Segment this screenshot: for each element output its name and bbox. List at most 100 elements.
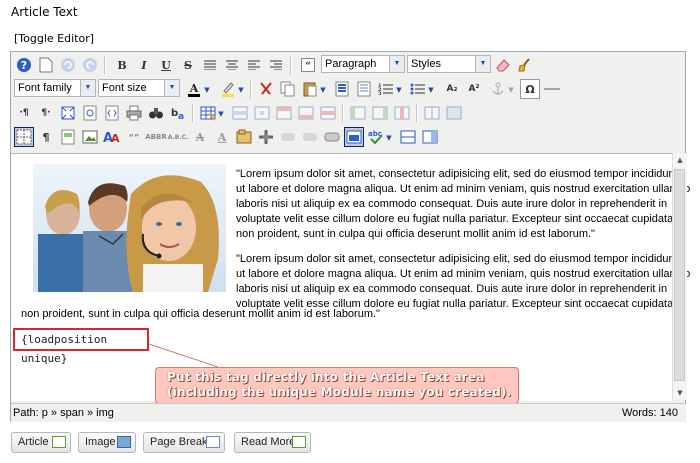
- cut-icon[interactable]: [256, 79, 276, 99]
- text-line: voluptate velit esse cillum dolore eu fu…: [236, 213, 677, 225]
- bullet-list-dropdown-icon[interactable]: ▼: [426, 79, 436, 99]
- paste-word-icon[interactable]: [332, 79, 352, 99]
- ltr-icon[interactable]: ·¶: [14, 103, 34, 123]
- spellcheck-icon[interactable]: abc: [366, 127, 386, 147]
- visual-blocks-icon[interactable]: [344, 127, 364, 147]
- format-select[interactable]: Paragraph ▼: [321, 55, 405, 73]
- preview-icon[interactable]: [80, 103, 100, 123]
- bold-button[interactable]: B: [112, 55, 132, 75]
- paste-text-icon[interactable]: [354, 79, 374, 99]
- anchor-dropdown-icon[interactable]: ▼: [506, 79, 516, 99]
- visual-chars-icon[interactable]: ¶: [36, 127, 56, 147]
- binoculars-icon[interactable]: [146, 103, 166, 123]
- paste-icon[interactable]: [300, 79, 320, 99]
- cell-props-icon[interactable]: [252, 103, 272, 123]
- word-count: Words: 140: [621, 407, 678, 419]
- font-size-select[interactable]: Font size ▼: [98, 79, 180, 97]
- acronym-icon[interactable]: A.B.C.: [168, 127, 189, 147]
- insert-row-after-icon[interactable]: [296, 103, 316, 123]
- spellcheck-dropdown-icon[interactable]: ▼: [384, 127, 394, 147]
- svg-text:a: a: [178, 112, 184, 121]
- find-replace-icon[interactable]: ba: [168, 103, 188, 123]
- del-icon[interactable]: A: [190, 127, 210, 147]
- absolute-icon[interactable]: [322, 127, 342, 147]
- text-color-icon[interactable]: A: [184, 79, 204, 99]
- scroll-down-icon[interactable]: ▼: [673, 386, 687, 400]
- copy-icon[interactable]: [278, 79, 298, 99]
- visual-aid-icon[interactable]: [14, 127, 34, 147]
- ins-icon[interactable]: A: [212, 127, 232, 147]
- scroll-thumb[interactable]: [674, 169, 685, 381]
- anchor-icon[interactable]: [488, 79, 508, 99]
- layer-backward-icon[interactable]: [300, 127, 320, 147]
- insert-row-before-icon[interactable]: [274, 103, 294, 123]
- help-icon[interactable]: ?: [14, 55, 34, 75]
- fullscreen-icon[interactable]: [58, 103, 78, 123]
- paste-dropdown-icon[interactable]: ▼: [318, 79, 328, 99]
- toolbar-row-4: ¶ AA “” ABBR A.B.C. A A abc ▼: [12, 126, 684, 148]
- align-justify-icon[interactable]: [200, 55, 220, 75]
- split-cells-icon[interactable]: [422, 103, 442, 123]
- text-color-dropdown-icon[interactable]: ▼: [202, 79, 212, 99]
- layer-forward-icon[interactable]: [278, 127, 298, 147]
- eraser-icon[interactable]: [493, 55, 513, 75]
- table-icon[interactable]: [198, 103, 218, 123]
- svg-text:?: ?: [21, 59, 27, 72]
- delete-row-icon[interactable]: [318, 103, 338, 123]
- table-dropdown-icon[interactable]: ▼: [216, 103, 226, 123]
- instruction-callout: Put this tag directly into the Article T…: [155, 367, 519, 404]
- undo-icon[interactable]: [58, 55, 78, 75]
- numbered-list-icon[interactable]: 123: [376, 79, 396, 99]
- blockquote-icon[interactable]: “: [298, 55, 318, 75]
- svg-text:3: 3: [378, 91, 382, 96]
- element-path: Path: p » span » img: [13, 407, 114, 419]
- layer-icon[interactable]: [256, 127, 276, 147]
- code-icon[interactable]: [102, 103, 122, 123]
- cite-icon[interactable]: “”: [124, 127, 144, 147]
- rtl-icon[interactable]: ¶·: [36, 103, 56, 123]
- page-break-button[interactable]: Page Break: [143, 432, 225, 453]
- callout-line-2: (including the unique Module name you cr…: [167, 385, 512, 399]
- attributes-icon[interactable]: [234, 127, 254, 147]
- article-button[interactable]: Article: [11, 432, 71, 453]
- insert-col-after-icon[interactable]: [370, 103, 390, 123]
- article-icon[interactable]: [420, 127, 440, 147]
- pagebreak-icon[interactable]: [398, 127, 418, 147]
- align-right-icon[interactable]: [266, 55, 286, 75]
- template-icon[interactable]: [58, 127, 78, 147]
- redo-icon[interactable]: [80, 55, 100, 75]
- styleprops-icon[interactable]: AA: [102, 127, 122, 147]
- image-button[interactable]: Image: [78, 432, 136, 453]
- bullet-list-icon[interactable]: [408, 79, 428, 99]
- toggle-editor-link[interactable]: [Toggle Editor]: [14, 32, 94, 45]
- image-icon[interactable]: [80, 127, 100, 147]
- align-left-icon[interactable]: [244, 55, 264, 75]
- italic-button[interactable]: I: [134, 55, 154, 75]
- new-document-icon[interactable]: [36, 55, 56, 75]
- row-props-icon[interactable]: [230, 103, 250, 123]
- styles-select[interactable]: Styles ▼: [407, 55, 491, 73]
- numbered-list-dropdown-icon[interactable]: ▼: [394, 79, 404, 99]
- broom-icon[interactable]: [515, 55, 535, 75]
- highlight-color-icon[interactable]: [218, 79, 238, 99]
- print-icon[interactable]: [124, 103, 144, 123]
- horizontal-rule-icon[interactable]: [542, 79, 562, 99]
- superscript-button[interactable]: A²: [464, 79, 484, 99]
- svg-text:A: A: [189, 82, 199, 95]
- pagebreak-icon: [206, 436, 220, 448]
- content-scrollbar[interactable]: ▲ ▼: [672, 153, 687, 400]
- subscript-button[interactable]: A₂: [442, 79, 462, 99]
- underline-button[interactable]: U: [156, 55, 176, 75]
- insert-col-before-icon[interactable]: [348, 103, 368, 123]
- special-char-button[interactable]: Ω: [520, 79, 540, 99]
- font-family-select[interactable]: Font family ▼: [14, 79, 96, 97]
- strikethrough-button[interactable]: S: [178, 55, 198, 75]
- highlight-dropdown-icon[interactable]: ▼: [236, 79, 246, 99]
- abbr-icon[interactable]: ABBR: [145, 127, 166, 147]
- read-more-button[interactable]: Read More: [234, 432, 311, 453]
- scroll-up-icon[interactable]: ▲: [673, 153, 687, 167]
- text-line: "Lorem ipsum dolor sit amet, consectetur…: [236, 253, 678, 265]
- align-center-icon[interactable]: [222, 55, 242, 75]
- merge-cells-icon[interactable]: [444, 103, 464, 123]
- delete-col-icon[interactable]: [392, 103, 412, 123]
